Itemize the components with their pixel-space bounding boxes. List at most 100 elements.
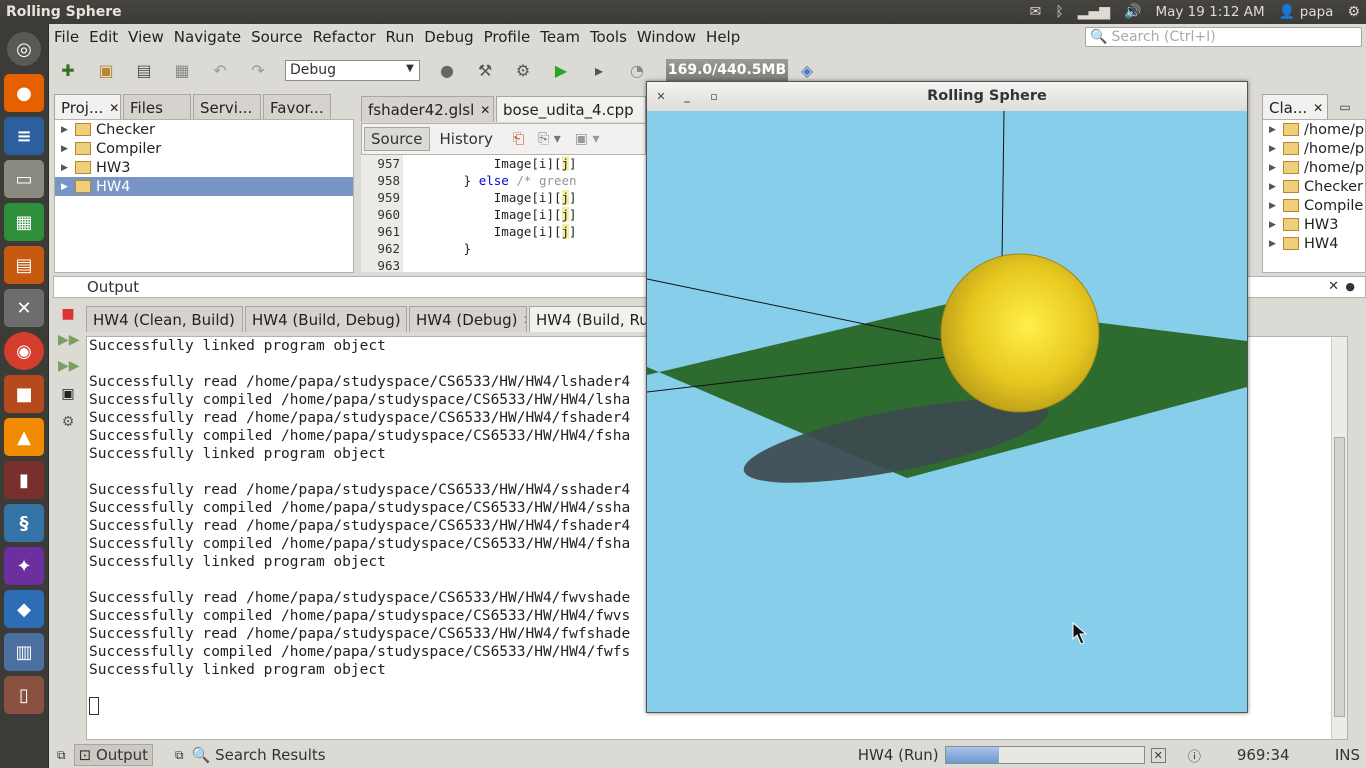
expand-icon[interactable]: ▶: [61, 182, 75, 192]
system-tools-icon[interactable]: ✕: [4, 289, 44, 327]
new-file-icon[interactable]: ✚: [55, 57, 81, 83]
tab-services[interactable]: Servi...: [193, 94, 261, 120]
debug-icon[interactable]: ▸: [586, 57, 612, 83]
find-icon[interactable]: ▣ ▾: [575, 131, 600, 147]
close-icon[interactable]: ✕: [1328, 277, 1339, 297]
dash-home-icon[interactable]: ◎: [7, 32, 41, 66]
menu-window[interactable]: Window: [632, 28, 701, 46]
class-item[interactable]: ▶ /home/p: [1263, 120, 1365, 139]
rerun-icon[interactable]: ▶▶: [58, 332, 80, 352]
expand-icon[interactable]: ▶: [61, 163, 75, 173]
build-icon[interactable]: ⚒: [472, 57, 498, 83]
cancel-task-icon[interactable]: ✕: [1150, 747, 1166, 763]
tab-build-run[interactable]: HW4 (Build, Run): [529, 306, 659, 332]
stop-icon[interactable]: ■: [58, 306, 78, 326]
menu-profile[interactable]: Profile: [479, 28, 536, 46]
python-icon[interactable]: §: [4, 504, 44, 542]
expand-icon[interactable]: ▶: [1269, 125, 1283, 135]
trash-icon[interactable]: ▯: [4, 676, 44, 714]
files-icon[interactable]: ▭: [4, 160, 44, 198]
window-icon[interactable]: ⧉: [57, 748, 66, 763]
menu-tools[interactable]: Tools: [585, 28, 632, 46]
expand-icon[interactable]: ▶: [1269, 182, 1283, 192]
network-icon[interactable]: ▂▄▆: [1078, 4, 1110, 20]
netbeans-icon[interactable]: ◆: [4, 590, 44, 628]
close-icon[interactable]: ✕: [1313, 101, 1323, 115]
settings-icon[interactable]: ⚙: [1347, 4, 1360, 20]
source-tab[interactable]: Source: [364, 127, 430, 151]
vlc-icon[interactable]: ▲: [4, 418, 44, 456]
calc-icon[interactable]: ▦: [4, 203, 44, 241]
tab-debug[interactable]: HW4 (Debug) ✕: [409, 306, 527, 332]
tab-projects[interactable]: Proj... ✕: [54, 94, 121, 120]
menu-run[interactable]: Run: [381, 28, 420, 46]
package-icon[interactable]: ■: [4, 375, 44, 413]
tab-classes[interactable]: Cla... ✕: [1262, 94, 1328, 120]
menu-view[interactable]: View: [123, 28, 169, 46]
expand-icon[interactable]: ▶: [61, 125, 75, 135]
rolling-sphere-window[interactable]: ✕ _ ▫ Rolling Sphere: [646, 81, 1248, 713]
tree-item-compiler[interactable]: ▶ Compiler: [55, 139, 353, 158]
writer-icon[interactable]: ≡: [4, 117, 44, 155]
mail-icon[interactable]: ✉: [1030, 4, 1042, 20]
code-editor[interactable]: 957 958 959 960 961 962 963 Image[i][j] …: [361, 155, 646, 273]
settings-icon[interactable]: ⚙: [58, 414, 78, 434]
volume-icon[interactable]: 🔊: [1124, 4, 1141, 20]
output-window-button[interactable]: ⊡ Output: [73, 744, 154, 766]
class-item[interactable]: ▶ /home/p: [1263, 158, 1365, 177]
minimize-panel-icon[interactable]: ▭: [1330, 94, 1360, 120]
target-icon[interactable]: ●: [434, 57, 460, 83]
terminal-icon[interactable]: ▣: [58, 386, 78, 406]
dictionary-icon[interactable]: ▮: [4, 461, 44, 499]
bluetooth-icon[interactable]: ᛒ: [1055, 4, 1063, 20]
menu-navigate[interactable]: Navigate: [169, 28, 246, 46]
tab-bose-udita[interactable]: bose_udita_4.cpp: [496, 96, 646, 122]
close-icon[interactable]: ✕: [523, 313, 526, 327]
tab-files[interactable]: Files: [123, 94, 191, 120]
history-tab[interactable]: History: [430, 128, 503, 150]
class-item[interactable]: ▶ HW3: [1263, 215, 1365, 234]
open-project-icon[interactable]: ▤: [131, 57, 157, 83]
back-icon[interactable]: ⎗: [513, 131, 524, 147]
run-icon[interactable]: ▶: [548, 57, 574, 83]
tree-item-hw4[interactable]: ▶ HW4: [55, 177, 353, 196]
expand-icon[interactable]: ▶: [1269, 201, 1283, 211]
memory-indicator[interactable]: 169.0/440.5MB: [666, 59, 788, 81]
input-cursor[interactable]: [89, 697, 99, 715]
search-input[interactable]: 🔍 Search (Ctrl+I): [1085, 27, 1362, 47]
config-select[interactable]: Debug ▼: [285, 59, 420, 81]
class-item[interactable]: ▶ Compile: [1263, 196, 1365, 215]
notifications-icon[interactable]: ⓘ: [1188, 746, 1201, 765]
impress-icon[interactable]: ▤: [4, 246, 44, 284]
stacked-apps-icon[interactable]: ▥: [4, 633, 44, 671]
clock[interactable]: May 19 1:12 AM: [1155, 4, 1264, 20]
close-icon[interactable]: ✕: [109, 101, 119, 115]
close-icon[interactable]: ✕: [480, 103, 490, 117]
gc-icon[interactable]: ◈: [794, 57, 820, 83]
expand-icon[interactable]: ▶: [1269, 239, 1283, 249]
user-menu[interactable]: 👤 papa: [1279, 4, 1334, 20]
scrollbar[interactable]: [1331, 337, 1347, 739]
chrome-icon[interactable]: ◉: [4, 332, 44, 370]
save-all-icon[interactable]: ▦: [169, 57, 195, 83]
rerun-with-args-icon[interactable]: ▶▶: [58, 358, 80, 378]
menu-help[interactable]: Help: [701, 28, 745, 46]
menu-refactor[interactable]: Refactor: [308, 28, 381, 46]
firefox-icon[interactable]: ●: [4, 74, 44, 112]
window-icon[interactable]: ⧉: [175, 748, 184, 763]
window-titlebar[interactable]: ✕ _ ▫ Rolling Sphere: [647, 82, 1247, 111]
expand-icon[interactable]: ▶: [61, 144, 75, 154]
menu-team[interactable]: Team: [535, 28, 585, 46]
profile-icon[interactable]: ◔: [624, 57, 650, 83]
tab-fshader42[interactable]: fshader42.glsl ✕: [361, 96, 494, 122]
new-project-icon[interactable]: ▣: [93, 57, 119, 83]
redo-icon[interactable]: ↷: [245, 57, 271, 83]
class-item[interactable]: ▶ HW4: [1263, 234, 1365, 253]
scrollbar-thumb[interactable]: [1334, 437, 1345, 717]
menu-source[interactable]: Source: [246, 28, 308, 46]
close-icon[interactable]: ✕: [241, 313, 242, 327]
opengl-viewport[interactable]: [647, 111, 1247, 712]
class-item[interactable]: ▶ /home/p: [1263, 139, 1365, 158]
tree-item-checker[interactable]: ▶ Checker: [55, 120, 353, 139]
forward-icon[interactable]: ⎘ ▾: [538, 131, 561, 147]
